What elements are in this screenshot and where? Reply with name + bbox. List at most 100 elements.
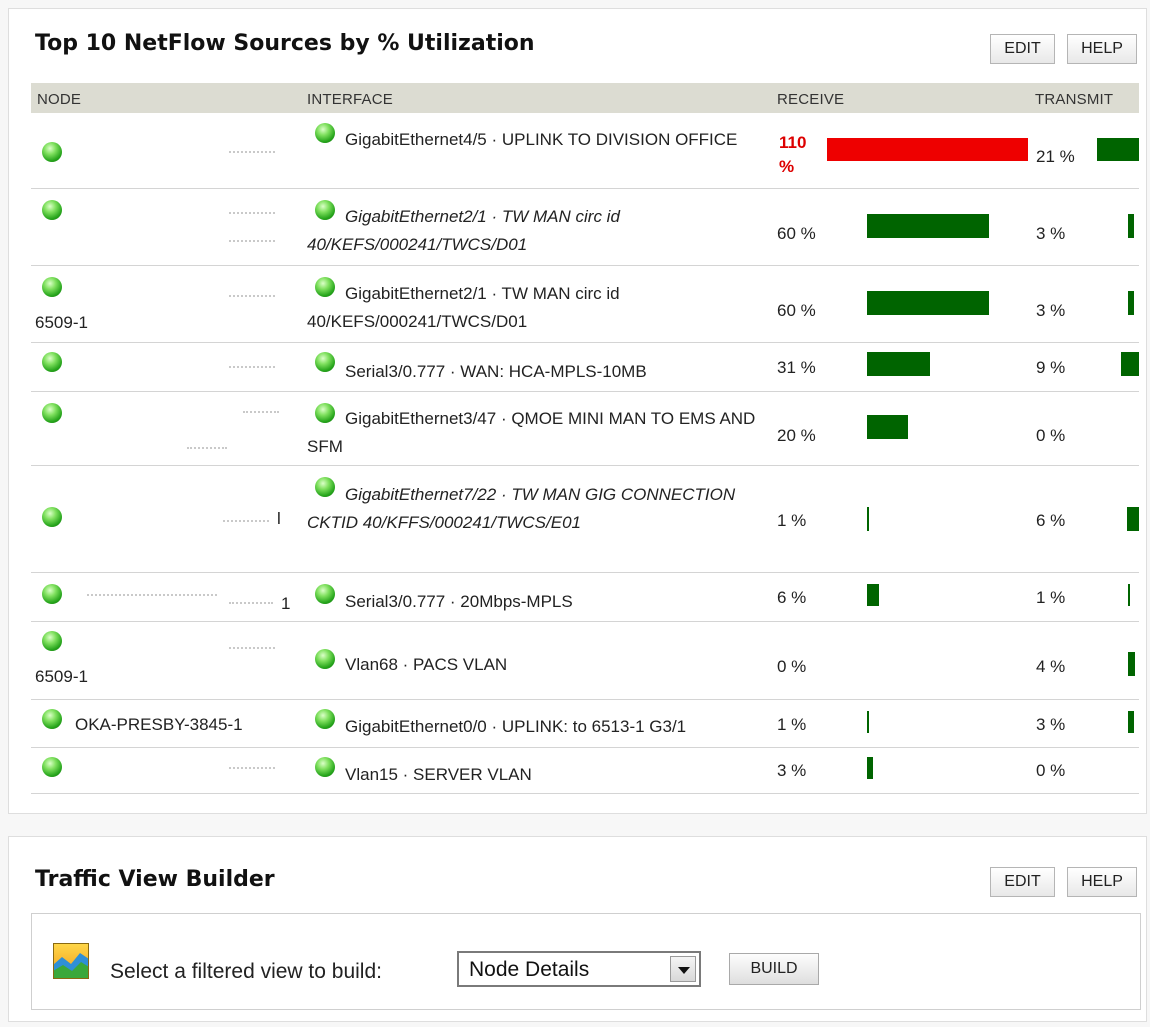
transmit-bar [1121, 352, 1139, 376]
build-button[interactable]: BUILD [729, 953, 819, 985]
column-header-receive: RECEIVE [777, 91, 845, 108]
transmit-percent: 6 % [1036, 511, 1066, 530]
transmit-percent: 1 % [1036, 588, 1066, 607]
node-name-redacted [229, 295, 275, 299]
transmit-bar [1128, 711, 1134, 733]
table-row[interactable]: 1 Serial3/0.777 · 20Mbps-MPLS 6 % 1 % [31, 574, 1139, 622]
receive-bar [867, 711, 869, 733]
receive-bar [867, 415, 908, 439]
edit-button[interactable]: EDIT [990, 34, 1055, 64]
receive-bar [867, 507, 869, 531]
edit-button[interactable]: EDIT [990, 867, 1055, 897]
receive-percent: 0 % [777, 657, 807, 676]
column-header-transmit: TRANSMIT [1035, 91, 1114, 108]
node-name[interactable]: OKA-PRESBY-3845-1 [75, 715, 243, 735]
interface-link[interactable]: GigabitEthernet0/0 · UPLINK: to 6513-1 G… [307, 717, 686, 736]
node-status-icon [42, 631, 62, 651]
transmit-percent: 0 % [1036, 426, 1066, 445]
receive-percent: 60 % [777, 224, 816, 243]
node-status-icon [42, 709, 62, 729]
interface-link[interactable]: GigabitEthernet7/22 · TW MAN GIG CONNECT… [307, 485, 735, 532]
receive-percent: 31 % [777, 358, 816, 377]
transmit-bar [1097, 138, 1139, 161]
receive-percent: 1 % [777, 511, 807, 530]
interface-link[interactable]: GigabitEthernet4/5 · UPLINK TO DIVISION … [307, 130, 737, 149]
receive-bar [867, 584, 879, 606]
receive-bar [867, 757, 873, 779]
table-row[interactable]: GigabitEthernet3/47 · QMOE MINI MAN TO E… [31, 393, 1139, 466]
table-row[interactable]: GigabitEthernet4/5 · UPLINK TO DIVISION … [31, 113, 1139, 189]
node-name[interactable]: l [277, 509, 281, 529]
chart-icon [53, 943, 89, 979]
node-name-redacted [229, 366, 275, 370]
transmit-percent: 3 % [1036, 301, 1066, 320]
transmit-bar [1128, 584, 1130, 606]
node-name-redacted [229, 767, 275, 771]
transmit-percent: 9 % [1036, 358, 1066, 377]
view-select-value[interactable]: Node Details [469, 958, 589, 982]
node-name[interactable]: 1 [281, 594, 290, 614]
netflow-sources-panel: Top 10 NetFlow Sources by % Utilization … [8, 8, 1147, 814]
node-status-icon [42, 584, 62, 604]
table-row[interactable]: OKA-PRESBY-3845-1 GigabitEthernet0/0 · U… [31, 701, 1139, 748]
node-status-icon [42, 757, 62, 777]
node-status-icon [42, 507, 62, 527]
transmit-percent: 0 % [1036, 761, 1066, 780]
node-status-icon [42, 352, 62, 372]
interface-link[interactable]: GigabitEthernet3/47 · QMOE MINI MAN TO E… [307, 409, 755, 456]
table-row[interactable]: 6509-1 GigabitEthernet2/1 · TW MAN circ … [31, 267, 1139, 343]
table-row[interactable]: l GigabitEthernet7/22 · TW MAN GIG CONNE… [31, 467, 1139, 573]
node-status-icon [42, 142, 62, 162]
panel-title: Top 10 NetFlow Sources by % Utilization [35, 31, 535, 56]
view-select[interactable]: Node Details [457, 951, 701, 987]
node-name-redacted [229, 151, 275, 155]
transmit-percent: 4 % [1036, 657, 1066, 676]
interface-link[interactable]: Serial3/0.777 · WAN: HCA-MPLS-10MB [307, 362, 647, 381]
panel-title: Traffic View Builder [35, 867, 275, 892]
transmit-percent: 3 % [1036, 715, 1066, 734]
interface-link[interactable]: GigabitEthernet2/1 · TW MAN circ id 40/K… [307, 207, 620, 254]
table-row[interactable]: GigabitEthernet2/1 · TW MAN circ id 40/K… [31, 190, 1139, 266]
column-header-interface: INTERFACE [307, 91, 393, 108]
column-header-node: NODE [37, 91, 82, 108]
node-status-icon [42, 403, 62, 423]
receive-percent: 110 % [779, 133, 807, 176]
transmit-bar [1128, 291, 1134, 315]
help-button[interactable]: HELP [1067, 34, 1137, 64]
receive-bar [867, 214, 989, 238]
receive-percent: 6 % [777, 588, 807, 607]
transmit-bar [1127, 507, 1139, 531]
traffic-view-builder-panel: Traffic View Builder EDIT HELP Select a … [8, 836, 1147, 1022]
interface-link[interactable]: Serial3/0.777 · 20Mbps-MPLS [307, 592, 573, 611]
node-name-redacted [243, 411, 279, 415]
help-button[interactable]: HELP [1067, 867, 1137, 897]
node-name-redacted [229, 602, 273, 606]
table-row[interactable]: Vlan15 · SERVER VLAN 3 % 0 % [31, 749, 1139, 794]
transmit-bar [1128, 214, 1134, 238]
receive-bar [827, 138, 1028, 161]
view-select-label: Select a filtered view to build: [110, 960, 382, 983]
chevron-down-icon[interactable] [670, 956, 696, 982]
receive-percent: 20 % [777, 426, 816, 445]
node-name[interactable]: 6509-1 [35, 667, 88, 687]
table-row[interactable]: 6509-1 Vlan68 · PACS VLAN 0 % 4 % [31, 623, 1139, 700]
receive-percent: 60 % [777, 301, 816, 320]
node-name-redacted [223, 520, 269, 524]
receive-percent: 1 % [777, 715, 807, 734]
interface-link[interactable]: Vlan68 · PACS VLAN [307, 655, 507, 674]
table-row[interactable]: Serial3/0.777 · WAN: HCA-MPLS-10MB 31 % … [31, 344, 1139, 392]
node-name-redacted [229, 240, 275, 244]
node-name[interactable]: 6509-1 [35, 313, 88, 333]
node-name-redacted [187, 447, 227, 451]
node-status-icon [42, 200, 62, 220]
transmit-bar [1128, 652, 1135, 676]
node-name-redacted [229, 647, 275, 651]
interface-link[interactable]: GigabitEthernet2/1 · TW MAN circ id 40/K… [307, 284, 620, 331]
node-name-redacted [87, 594, 217, 598]
view-builder-form: Select a filtered view to build: Node De… [31, 913, 1141, 1010]
receive-percent: 3 % [777, 761, 807, 780]
node-name-redacted [229, 212, 275, 216]
transmit-percent: 21 % [1036, 147, 1075, 166]
interface-link[interactable]: Vlan15 · SERVER VLAN [307, 765, 532, 784]
transmit-percent: 3 % [1036, 224, 1066, 243]
